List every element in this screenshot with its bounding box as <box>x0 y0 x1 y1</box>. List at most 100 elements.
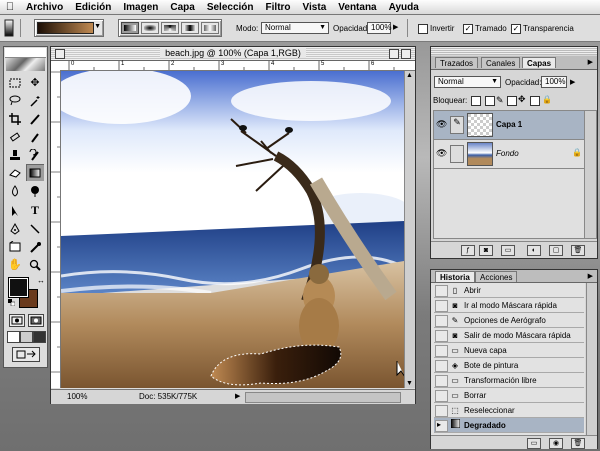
layer-row-capa1[interactable]: 👁 ✎ Capa 1 <box>434 111 584 140</box>
scroll-up-icon[interactable]: ▲ <box>406 72 413 79</box>
menu-capa[interactable]: Capa <box>164 2 200 13</box>
panel-title-bar[interactable] <box>431 47 597 55</box>
line-tool-icon[interactable] <box>26 220 44 237</box>
default-colors-icon[interactable] <box>8 299 16 307</box>
layer-opacity-input[interactable]: 100% <box>541 76 567 88</box>
invert-checkbox[interactable] <box>418 24 428 34</box>
tab-history[interactable]: Historia <box>435 271 475 282</box>
snapshot-box[interactable] <box>435 315 448 327</box>
tab-paths[interactable]: Trazados <box>435 57 479 68</box>
history-state-slider-icon[interactable]: ▸ <box>437 420 441 429</box>
gradient-tool-icon[interactable] <box>26 164 44 181</box>
history-item[interactable]: ▭ Transformación libre <box>434 373 584 388</box>
menu-seleccion[interactable]: Selección <box>201 2 260 13</box>
brush-icon[interactable]: ✎ <box>450 116 464 134</box>
notes-tool-icon[interactable] <box>6 238 24 255</box>
tab-actions[interactable]: Acciones <box>475 271 518 282</box>
history-item[interactable]: ▭ Borrar <box>434 388 584 403</box>
transparency-checkbox[interactable]: ✓ <box>511 24 521 34</box>
history-scrollbar[interactable] <box>586 283 597 435</box>
tab-layers[interactable]: Capas <box>522 57 557 68</box>
lock-position-checkbox[interactable] <box>507 96 517 106</box>
menu-filtro[interactable]: Filtro <box>260 2 297 13</box>
history-item[interactable]: ▯ Abrir <box>434 283 584 298</box>
history-item[interactable]: ◈ Bote de pintura <box>434 358 584 373</box>
adjustment-layer-icon[interactable]: ◐ <box>527 245 541 256</box>
new-document-icon[interactable]: ▭ <box>527 438 541 449</box>
slice-tool-icon[interactable] <box>26 110 44 127</box>
blur-tool-icon[interactable] <box>6 182 24 199</box>
history-item[interactable]: ▭ Nueva capa <box>434 343 584 358</box>
trash-icon[interactable]: 🗑 <box>571 245 585 256</box>
snapshot-box[interactable] <box>435 300 448 312</box>
path-selection-icon[interactable] <box>6 202 24 219</box>
history-item[interactable]: ✎ Opciones de Aerógrafo <box>434 313 584 328</box>
hand-tool-icon[interactable]: ✋ <box>6 256 24 273</box>
foreground-color-swatch[interactable] <box>8 277 29 298</box>
link-box[interactable] <box>450 145 464 163</box>
lasso-tool-icon[interactable] <box>6 92 24 109</box>
pen-tool-icon[interactable] <box>6 220 24 237</box>
history-brush-icon[interactable] <box>26 146 44 163</box>
full-screen-menu-icon[interactable] <box>20 331 33 343</box>
adobe-eye-logo[interactable] <box>6 58 45 71</box>
snapshot-box[interactable] <box>435 285 448 297</box>
standard-screen-icon[interactable] <box>7 331 20 343</box>
eye-icon[interactable]: 👁 <box>436 119 447 130</box>
healing-brush-icon[interactable] <box>6 128 24 145</box>
scroll-down-icon[interactable]: ▼ <box>406 380 413 387</box>
quickmask-mode-icon[interactable] <box>28 314 44 327</box>
radial-gradient-button[interactable] <box>141 22 159 34</box>
lock-all-checkbox[interactable] <box>530 96 540 106</box>
image-canvas[interactable] <box>61 71 404 388</box>
full-screen-icon[interactable] <box>33 331 46 343</box>
angle-gradient-button[interactable] <box>161 22 179 34</box>
document-title-bar[interactable]: beach.jpg @ 100% (Capa 1,RGB) <box>51 47 415 61</box>
menu-archivo[interactable]: Archivo <box>20 2 69 13</box>
collapse-icon[interactable] <box>401 49 411 59</box>
gradient-picker[interactable]: ▼ <box>34 19 104 37</box>
panel-menu-icon[interactable]: ▶ <box>588 58 593 66</box>
layers-scrollbar[interactable] <box>584 110 597 239</box>
menu-ventana[interactable]: Ventana <box>332 2 382 13</box>
blend-mode-select[interactable]: Normal ▼ <box>434 76 501 88</box>
eraser-tool-icon[interactable] <box>6 164 24 181</box>
reflected-gradient-button[interactable] <box>181 22 199 34</box>
mode-select[interactable]: Normal ▼ <box>261 22 329 34</box>
snapshot-box[interactable] <box>435 405 448 417</box>
history-item[interactable]: ⬚ Reseleccionar <box>434 403 584 418</box>
add-mask-icon[interactable]: ◙ <box>479 245 493 256</box>
eye-icon[interactable]: 👁 <box>436 148 447 159</box>
status-menu-arrow-icon[interactable]: ▶ <box>235 392 240 400</box>
brush-tool-icon[interactable] <box>26 128 44 145</box>
new-snapshot-icon[interactable]: ◉ <box>549 438 563 449</box>
menu-imagen[interactable]: Imagen <box>117 2 164 13</box>
opacity-arrow-icon[interactable]: ▶ <box>393 23 398 31</box>
history-item[interactable]: ◙ Salir de modo Máscara rápida <box>434 328 584 343</box>
move-tool-icon[interactable]: ✥ <box>26 74 44 91</box>
snapshot-box[interactable] <box>435 360 448 372</box>
snapshot-box[interactable] <box>435 330 448 342</box>
tab-channels[interactable]: Canales <box>481 57 521 68</box>
opacity-input[interactable]: 100% <box>367 22 391 34</box>
type-tool-icon[interactable]: T <box>26 202 44 219</box>
crop-tool-icon[interactable] <box>6 110 24 127</box>
new-layer-icon[interactable]: ▢ <box>549 245 563 256</box>
eyedropper-tool-icon[interactable] <box>26 238 44 255</box>
jump-to-imageready-icon[interactable] <box>12 347 40 362</box>
menu-vista[interactable]: Vista <box>297 2 333 13</box>
magic-wand-icon[interactable] <box>26 92 44 109</box>
dodge-tool-icon[interactable] <box>26 182 44 199</box>
zoom-tool-icon[interactable] <box>26 256 44 273</box>
layer-row-fondo[interactable]: 👁 Fondo 🔒 <box>434 140 584 169</box>
marquee-tool-icon[interactable] <box>6 74 24 91</box>
swap-colors-icon[interactable]: ↔ <box>37 277 45 285</box>
opacity-arrow-icon[interactable]: ▶ <box>570 78 575 86</box>
menu-ayuda[interactable]: Ayuda <box>383 2 425 13</box>
trash-icon[interactable]: 🗑 <box>571 438 585 449</box>
snapshot-box[interactable] <box>435 375 448 387</box>
new-set-icon[interactable]: ▭ <box>501 245 515 256</box>
standard-mode-icon[interactable] <box>9 314 25 327</box>
diamond-gradient-button[interactable] <box>201 22 219 34</box>
add-style-icon[interactable]: ƒ <box>461 245 475 256</box>
